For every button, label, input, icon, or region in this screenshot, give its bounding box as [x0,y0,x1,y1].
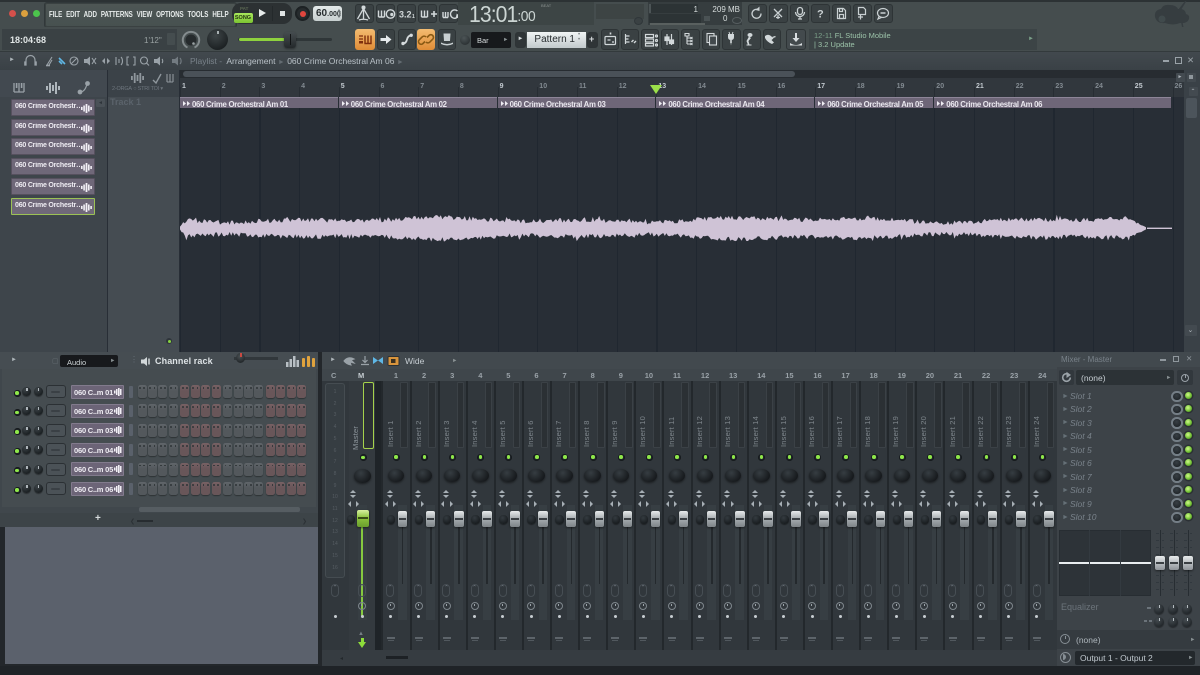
svg-text:1: 1 [412,14,415,20]
svg-text:?: ? [817,9,824,21]
svg-text:3.2: 3.2 [399,10,412,20]
